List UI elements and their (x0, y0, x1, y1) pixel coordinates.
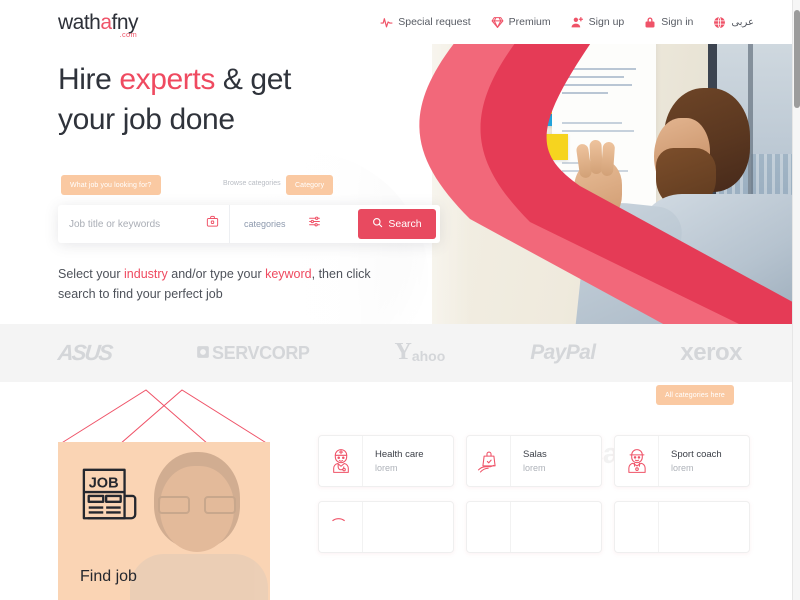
brand-logo-asus: ASUS (56, 340, 113, 365)
category-card[interactable] (614, 501, 750, 553)
label-browse-categories: Browse categories (223, 180, 281, 188)
hero-title-pre: Hire (58, 63, 120, 96)
category-text-group: Salas lorem (511, 449, 547, 473)
nav-label-premium: Premium (508, 16, 551, 28)
nav-item-premium[interactable]: Premium (491, 16, 551, 29)
logo-accent-letter: a (100, 10, 112, 34)
nav-item-language-arabic[interactable]: عربى (713, 16, 754, 29)
category-card-salas[interactable]: Salas lorem (466, 435, 602, 487)
hero-sub-pre: Select your (58, 267, 125, 282)
nurse-icon (319, 436, 363, 486)
badge-category[interactable]: Category (286, 175, 334, 196)
user-plus-icon (571, 16, 584, 29)
brand-logo-xerox: xerox (680, 339, 742, 366)
hero-sub-mid: and/or type your (167, 267, 266, 282)
hero-content: Hire experts & get your job done What jo… (0, 44, 440, 304)
header-nav: Special request Premium Sign up Sign in (380, 16, 754, 29)
nav-label-sign-up: Sign up (588, 16, 625, 28)
sliders-icon (308, 215, 321, 233)
category-text-group: Sport coach lorem (659, 449, 722, 473)
find-job-card[interactable]: JOB Find job (58, 442, 270, 600)
nav-item-special-request[interactable]: Special request (380, 16, 471, 29)
category-card-grid: Health care lorem Salas lorem Sport coac… (318, 435, 750, 487)
category-card[interactable] (466, 501, 602, 553)
nav-item-sign-up[interactable]: Sign up (571, 16, 625, 29)
logo-dotcom: .com (119, 29, 138, 39)
briefcase-icon[interactable] (206, 215, 219, 233)
category-text-group: Health care lorem (363, 449, 424, 473)
hero-sub-highlight-keyword: keyword (265, 267, 312, 282)
nav-item-sign-in[interactable]: Sign in (644, 16, 693, 29)
category-icon-placeholder (467, 502, 511, 552)
svg-text:JOB: JOB (89, 475, 119, 491)
categories-dropdown-label: categories (244, 219, 286, 230)
category-card[interactable] (318, 501, 454, 553)
servcorp-mark-icon (196, 343, 210, 364)
job-newspaper-icon: JOB (80, 464, 142, 531)
nav-label-special-request: Special request (398, 16, 471, 28)
hero-title: Hire experts & get your job done (58, 60, 440, 139)
category-name: Health care (375, 449, 424, 460)
logo-part1: wath (58, 10, 101, 34)
diamond-icon (491, 16, 504, 29)
photo-person-shoulders (130, 554, 268, 600)
page-scrollbar[interactable] (792, 0, 800, 600)
categories-dropdown[interactable]: categories (230, 205, 333, 243)
scrollbar-thumb[interactable] (794, 10, 800, 108)
brand-logo-servcorp-label: SERVCORP (212, 342, 310, 363)
globe-icon (713, 16, 726, 29)
category-name: Sport coach (671, 449, 722, 460)
find-job-label: Find job (80, 568, 137, 585)
site-logo[interactable]: wathafny .com (58, 10, 139, 38)
photo-person-finger (600, 141, 616, 177)
shopping-bag-hand-icon (467, 436, 511, 486)
category-icon-placeholder (319, 502, 363, 552)
category-sub: lorem (523, 463, 546, 473)
category-icon-placeholder (615, 502, 659, 552)
coach-icon (615, 436, 659, 486)
search-input-group (58, 205, 230, 244)
category-card-health-care[interactable]: Health care lorem (318, 435, 454, 487)
hero-title-mid: & get (214, 63, 291, 96)
category-name: Salas (523, 449, 547, 460)
hero-annotation-row: What job you looking for? Browse categor… (58, 175, 440, 197)
brand-logos-strip: ASUS SERVCORP Yahoo PayPal xerox (0, 324, 800, 382)
pulse-icon (380, 16, 393, 29)
hanging-strings-graphic (59, 389, 269, 445)
category-card-grid-row2 (318, 501, 750, 553)
sticky-note (540, 182, 562, 208)
nav-label-arabic: عربى (731, 16, 754, 28)
lower-section: JOB Find job Jobs categories All categor… (0, 382, 800, 600)
yahoo-y-glyph: Y (394, 339, 412, 366)
search-button-label: Search (388, 218, 422, 231)
brand-logo-yahoo: Yahoo (394, 339, 446, 366)
category-sub: lorem (671, 463, 694, 473)
badge-what-job[interactable]: What job you looking for? (61, 175, 161, 196)
badge-all-categories[interactable]: All categories here (656, 385, 734, 405)
site-header: wathafny .com Special request Premium Si… (0, 0, 800, 44)
brand-logo-servcorp: SERVCORP (196, 343, 310, 364)
page-root: wathafny .com Special request Premium Si… (0, 0, 800, 600)
find-job-photo (124, 442, 270, 600)
search-button[interactable]: Search (358, 209, 436, 240)
hero-section: Hire experts & get your job done What jo… (0, 44, 800, 324)
category-sub: lorem (375, 463, 398, 473)
sticky-note (520, 134, 568, 160)
hero-subtitle: Select your industry and/or type your ke… (58, 265, 408, 304)
nav-label-sign-in: Sign in (661, 16, 694, 28)
brand-logo-paypal: PayPal (530, 341, 596, 364)
magnifier-icon (372, 217, 383, 231)
hero-photo (432, 44, 800, 324)
yahoo-rest-glyph: ahoo (411, 347, 446, 364)
hero-search-bar: categories Search (58, 205, 440, 244)
search-input[interactable] (69, 218, 197, 230)
hero-sub-highlight-industry: industry (124, 267, 168, 282)
hero-title-highlight: experts (119, 63, 215, 96)
category-card-sport-coach[interactable]: Sport coach lorem (614, 435, 750, 487)
lock-icon (644, 16, 656, 29)
hero-title-line2: your job done (58, 102, 235, 136)
photo-person-glasses (158, 496, 236, 514)
